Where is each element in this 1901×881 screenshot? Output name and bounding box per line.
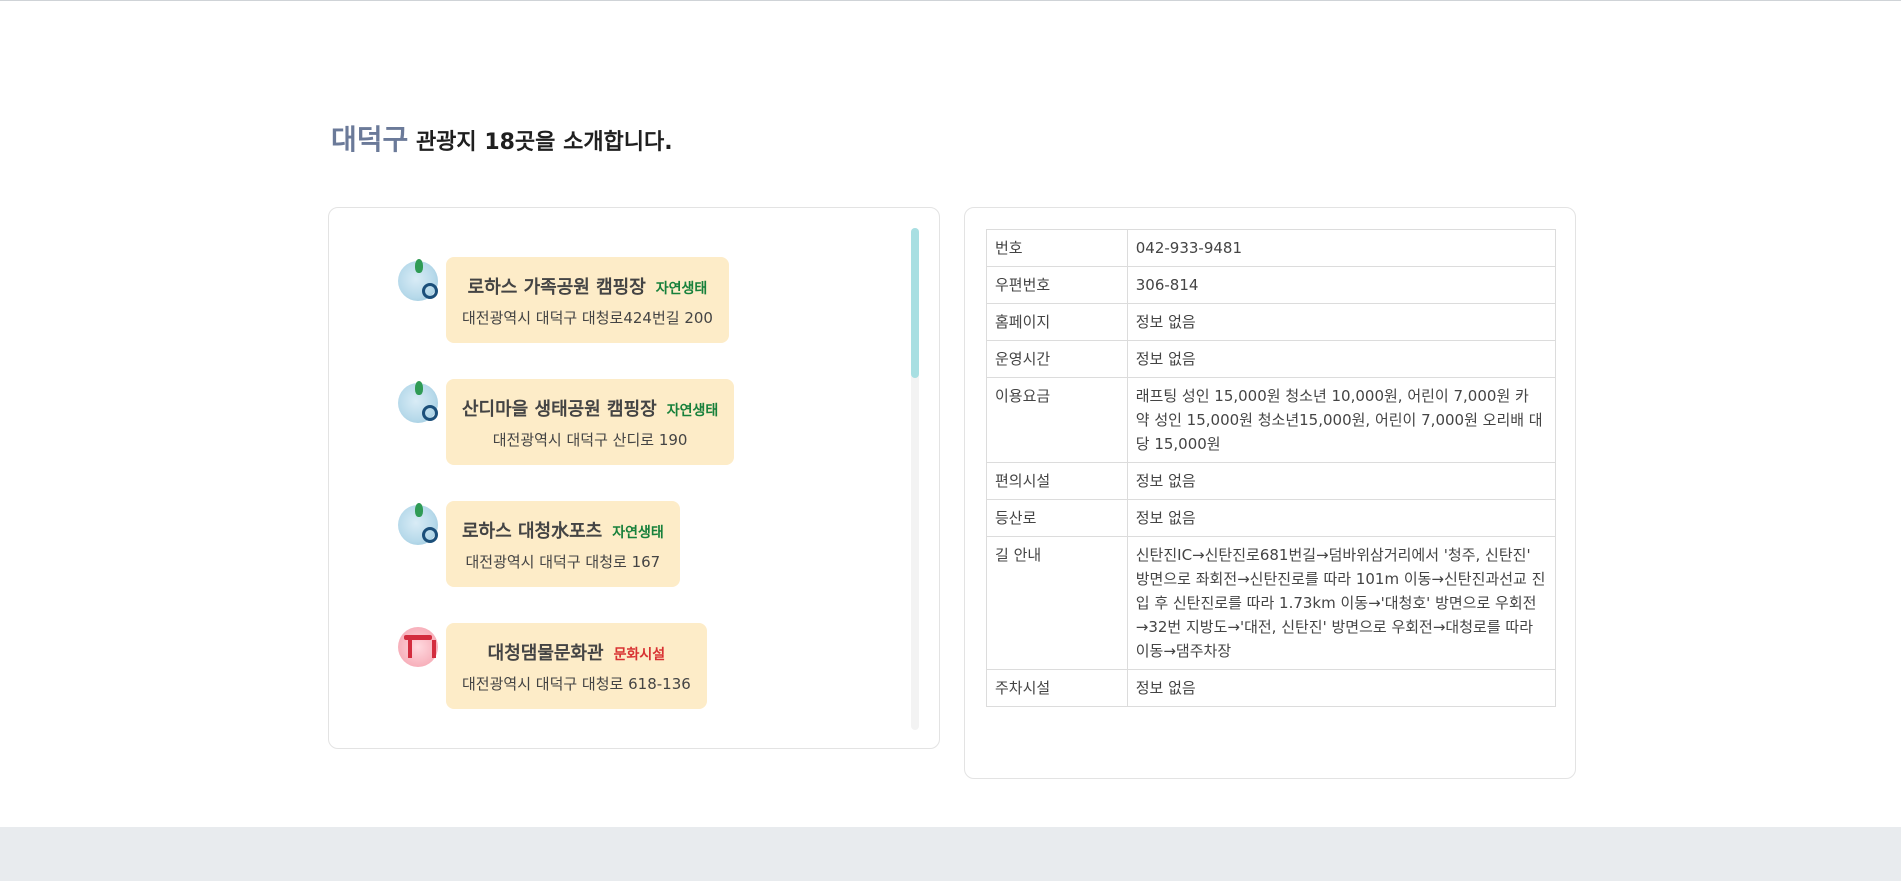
place-category: 자연생태: [655, 281, 708, 297]
detail-row-parking: 주차시설 정보 없음: [986, 669, 1557, 707]
culture-gate-icon: [398, 627, 438, 667]
detail-label: 우편번호: [986, 266, 1128, 304]
list-scrollbar-thumb[interactable]: [911, 228, 919, 378]
detail-value: 정보 없음: [1126, 340, 1557, 378]
place-card[interactable]: 로하스 가족공원 캠핑장 자연생태 대전광역시 대덕구 대청로424번길 200: [446, 257, 729, 343]
place-category: 문화시설: [613, 647, 666, 663]
place-address: 대전광역시 대덕구 대청로 618-136: [462, 675, 691, 693]
place-card[interactable]: 로하스 대청水포츠 자연생태 대전광역시 대덕구 대청로 167: [446, 501, 680, 587]
detail-label: 이용요금: [986, 377, 1128, 463]
place-detail-panel: 번호 042-933-9481 우편번호 306-814 홈페이지 정보 없음 …: [964, 207, 1576, 779]
detail-label: 운영시간: [986, 340, 1128, 378]
detail-label: 등산로: [986, 499, 1128, 537]
place-category: 자연생태: [612, 525, 664, 541]
place-card[interactable]: 대청댐물문화관 문화시설 대전광역시 대덕구 대청로 618-136: [446, 623, 707, 709]
detail-value: 정보 없음: [1126, 499, 1557, 537]
detail-table: 번호 042-933-9481 우편번호 306-814 홈페이지 정보 없음 …: [986, 229, 1557, 707]
detail-value: 정보 없음: [1126, 303, 1557, 341]
detail-label: 홈페이지: [986, 303, 1128, 341]
place-card[interactable]: 산디마을 생태공원 캠핑장 자연생태 대전광역시 대덕구 산디로 190: [446, 379, 735, 465]
page-title: 대덕구 관광지 18곳을 소개합니다.: [331, 118, 673, 158]
detail-label: 주차시설: [986, 669, 1128, 707]
place-address: 대전광역시 대덕구 산디로 190: [492, 431, 688, 449]
place-name: 산디마을 생태공원 캠핑장: [462, 399, 657, 420]
nature-search-icon: [398, 381, 438, 423]
place-name: 로하스 가족공원 캠핑장: [467, 277, 646, 298]
place-name: 로하스 대청水포츠: [462, 521, 603, 542]
place-list-panel: 로하스 가족공원 캠핑장 자연생태 대전광역시 대덕구 대청로424번길 200 …: [328, 207, 940, 749]
detail-value: 정보 없음: [1126, 669, 1557, 707]
detail-row-hours: 운영시간 정보 없음: [986, 340, 1557, 378]
district-name: 대덕구: [331, 123, 409, 156]
detail-label: 편의시설: [986, 462, 1128, 500]
detail-row-phone: 번호 042-933-9481: [986, 229, 1557, 267]
list-scrollbar[interactable]: [911, 228, 919, 730]
detail-value: 306-814: [1126, 266, 1557, 304]
place-category: 자연생태: [666, 403, 719, 419]
detail-row-directions: 길 안내 신탄진IC→신탄진로681번길→덤바위삼거리에서 '청주, 신탄진' …: [986, 536, 1557, 670]
detail-label: 길 안내: [986, 536, 1128, 670]
top-divider: [0, 0, 1901, 1]
place-address: 대전광역시 대덕구 대청로 167: [465, 553, 661, 571]
detail-row-facilities: 편의시설 정보 없음: [986, 462, 1557, 500]
place-name: 대청댐물문화관: [487, 643, 604, 664]
detail-value: 신탄진IC→신탄진로681번길→덤바위삼거리에서 '청주, 신탄진' 방면으로 …: [1126, 536, 1557, 670]
detail-value: 정보 없음: [1126, 462, 1557, 500]
detail-value: 래프팅 성인 15,000원 청소년 10,000원, 어린이 7,000원 카…: [1126, 377, 1557, 463]
nature-search-icon: [398, 503, 438, 545]
footer: [0, 827, 1901, 881]
detail-row-trail: 등산로 정보 없음: [986, 499, 1557, 537]
nature-search-icon: [398, 259, 438, 301]
detail-label: 번호: [986, 229, 1128, 267]
detail-row-homepage: 홈페이지 정보 없음: [986, 303, 1557, 341]
detail-value: 042-933-9481: [1126, 229, 1557, 267]
detail-row-fees: 이용요금 래프팅 성인 15,000원 청소년 10,000원, 어린이 7,0…: [986, 377, 1557, 463]
detail-row-postal-code: 우편번호 306-814: [986, 266, 1557, 304]
page-title-text: 관광지 18곳을 소개합니다.: [408, 130, 673, 155]
place-address: 대전광역시 대덕구 대청로424번길 200: [462, 309, 713, 327]
